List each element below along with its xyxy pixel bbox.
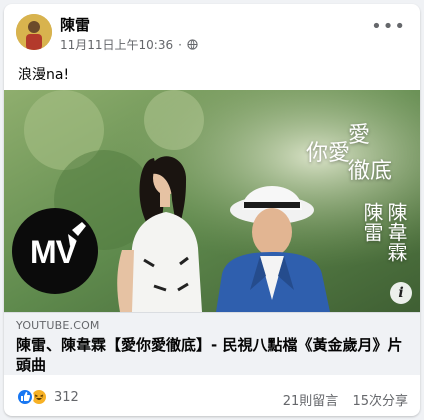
post-card: 陳雷 11月11日上午10:36 · ••• 浪漫na! MV 愛 你愛 徹底 … bbox=[4, 4, 420, 416]
video-song-title: 愛 你愛 徹底 bbox=[302, 123, 412, 185]
reaction-count: 312 bbox=[54, 389, 79, 405]
shares-count[interactable]: 15次分享 bbox=[352, 394, 408, 409]
mv-badge: MV bbox=[12, 208, 98, 294]
comments-count[interactable]: 21則留言 bbox=[283, 394, 339, 409]
reaction-summary[interactable]: 312 bbox=[16, 388, 79, 406]
link-title: 陳雷、陳韋霖【愛你愛徹底】- 民視八點檔《黃金歲月》片頭曲 bbox=[16, 336, 403, 374]
more-options-icon[interactable]: ••• bbox=[371, 16, 406, 37]
video-singer1: 陳雷 bbox=[360, 202, 384, 242]
post-meta: 11月11日上午10:36 · bbox=[60, 36, 198, 53]
info-icon[interactable]: i bbox=[390, 282, 412, 304]
avatar[interactable] bbox=[16, 14, 52, 50]
timestamp[interactable]: 11月11日上午10:36 bbox=[60, 36, 173, 53]
post-text: 浪漫na! bbox=[18, 67, 70, 83]
link-preview[interactable]: YOUTUBE.COM 陳雷、陳韋霖【愛你愛徹底】- 民視八點檔《黃金歲月》片頭… bbox=[4, 312, 420, 375]
meta-separator: · bbox=[178, 37, 182, 52]
video-thumbnail[interactable]: MV 愛 你愛 徹底 陳雷 陳韋霖 i bbox=[4, 90, 420, 312]
like-reaction-icon bbox=[16, 388, 34, 406]
globe-icon bbox=[187, 39, 198, 50]
author-name[interactable]: 陳雷 bbox=[60, 14, 90, 35]
pen-icon bbox=[68, 222, 86, 246]
link-domain: YOUTUBE.COM bbox=[16, 319, 100, 332]
engagement-stats: 21則留言 15次分享 bbox=[273, 390, 408, 409]
video-singer2: 陳韋霖 bbox=[384, 202, 408, 262]
